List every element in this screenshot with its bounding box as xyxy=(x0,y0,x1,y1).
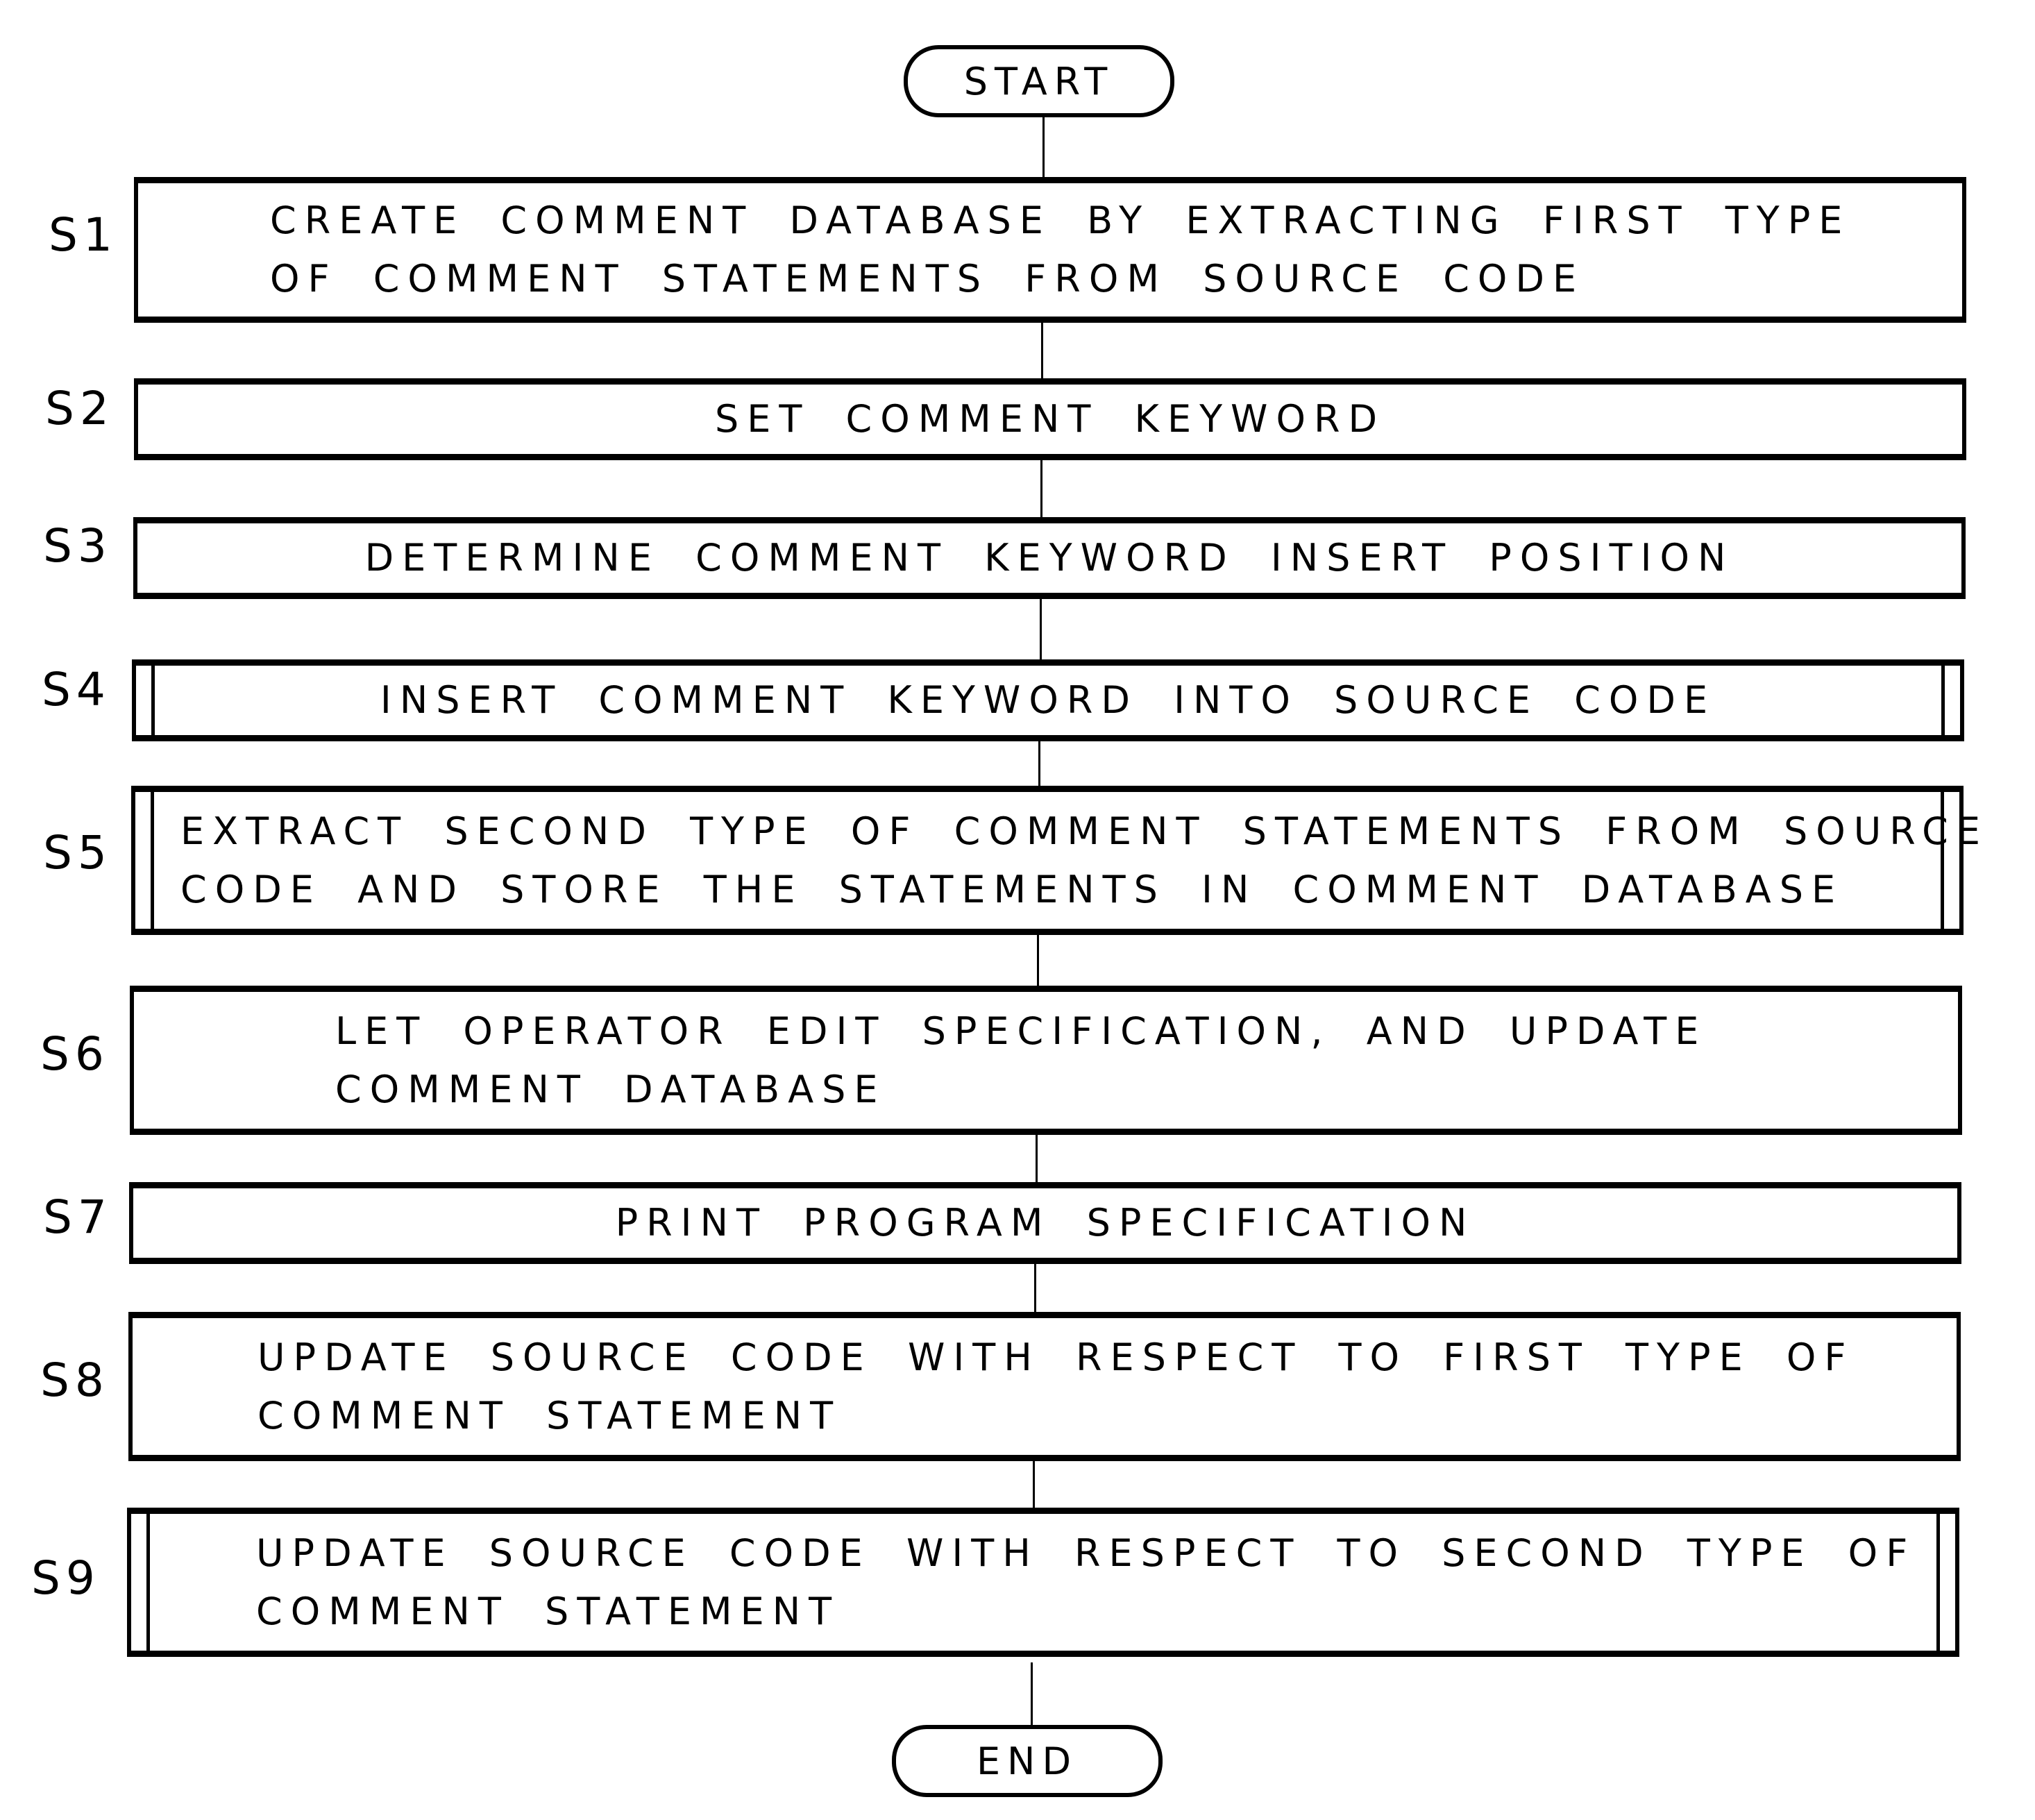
step-s3-box: DETERMINE COMMENT KEYWORD INSERT POSITIO… xyxy=(133,517,1966,599)
start-label: START xyxy=(963,59,1115,103)
end-label: END xyxy=(976,1739,1079,1783)
start-terminal: START xyxy=(904,45,1174,117)
step-s5-line-2: CODE AND STORE THE STATEMENTS IN COMMENT… xyxy=(180,867,1844,911)
step-id-s4: S4 xyxy=(42,663,111,716)
step-s1-box: CREATE COMMENT DATABASE BY EXTRACTING FI… xyxy=(134,177,1966,323)
step-s8-line-2: COMMENT STATEMENT xyxy=(257,1393,842,1438)
step-s7-box: PRINT PROGRAM SPECIFICATION xyxy=(129,1182,1961,1264)
step-s7-line-1: PRINT PROGRAM SPECIFICATION xyxy=(615,1201,1476,1245)
step-id-s3: S3 xyxy=(43,519,112,573)
step-s4-box: INSERT COMMENT KEYWORD INTO SOURCE CODE xyxy=(132,659,1964,741)
end-terminal: END xyxy=(892,1725,1163,1797)
step-s6-box: LET OPERATOR EDIT SPECIFICATION, AND UPD… xyxy=(130,986,1962,1135)
step-s8-box: UPDATE SOURCE CODE WITH RESPECT TO FIRST… xyxy=(128,1312,1961,1461)
step-s6-line-2: COMMENT DATABASE xyxy=(335,1067,886,1111)
step-s2-line-1: SET COMMENT KEYWORD xyxy=(714,397,1386,441)
step-s9-line-1: UPDATE SOURCE CODE WITH RESPECT TO SECON… xyxy=(256,1531,1916,1575)
step-s1-line-2: OF COMMENT STATEMENTS FROM SOURCE CODE xyxy=(270,257,1585,301)
step-s4-line-1: INSERT COMMENT KEYWORD INTO SOURCE CODE xyxy=(380,678,1716,722)
step-s8-line-1: UPDATE SOURCE CODE WITH RESPECT TO FIRST… xyxy=(257,1335,1855,1379)
connector-s3-s4 xyxy=(1040,593,1042,666)
step-s2-box: SET COMMENT KEYWORD xyxy=(134,378,1966,460)
step-s6-line-1: LET OPERATOR EDIT SPECIFICATION, AND UPD… xyxy=(335,1009,1707,1053)
step-s3-line-1: DETERMINE COMMENT KEYWORD INSERT POSITIO… xyxy=(364,536,1734,580)
step-id-s6: S6 xyxy=(40,1027,110,1081)
step-s1-line-1: CREATE COMMENT DATABASE BY EXTRACTING FI… xyxy=(270,199,1851,242)
connector-s9-end xyxy=(1031,1662,1033,1732)
connector-s2-s3 xyxy=(1040,455,1042,524)
step-s5-box: EXTRACT SECOND TYPE OF COMMENT STATEMENT… xyxy=(131,786,1980,935)
step-s5-line-1: EXTRACT SECOND TYPE OF COMMENT STATEMENT… xyxy=(180,809,1988,853)
step-s9-box: UPDATE SOURCE CODE WITH RESPECT TO SECON… xyxy=(127,1508,1959,1657)
step-s9-line-2: COMMENT STATEMENT xyxy=(256,1589,841,1633)
connector-s1-s2 xyxy=(1041,316,1043,385)
connector-start-s1 xyxy=(1042,115,1045,184)
step-id-s9: S9 xyxy=(31,1551,101,1605)
